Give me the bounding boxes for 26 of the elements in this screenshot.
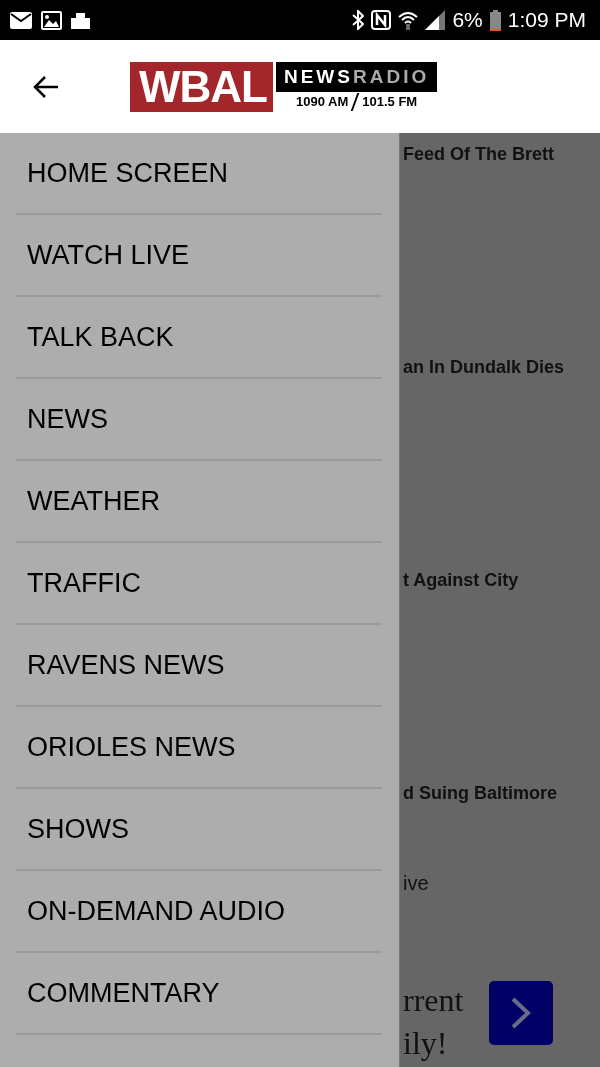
signal-icon	[425, 10, 446, 30]
logo-wordmark: WBAL	[130, 61, 273, 112]
menu-item[interactable]: NEWS	[16, 379, 382, 461]
clock: 1:09 PM	[507, 8, 586, 32]
wifi-icon	[398, 10, 419, 30]
menu-item[interactable]: WEATHER	[16, 461, 382, 543]
bag-icon	[71, 11, 90, 29]
menu-item[interactable]: COMMENTARY	[16, 953, 382, 1035]
menu-item[interactable]: HOME SCREEN	[16, 133, 382, 215]
menu-item[interactable]: ON-DEMAND AUDIO	[16, 871, 382, 953]
menu-item[interactable]: SHOWS	[16, 789, 382, 871]
next-button[interactable]	[489, 981, 554, 1045]
battery-icon	[489, 9, 501, 31]
menu-item[interactable]: WATCH LIVE	[16, 215, 382, 297]
menu-item[interactable]: TALK BACK	[16, 297, 382, 379]
image-icon	[41, 10, 62, 30]
menu-item[interactable]: ORIOLES NEWS	[16, 707, 382, 789]
battery-percent: 6%	[452, 8, 483, 32]
nfc-icon	[371, 10, 392, 30]
article-text: ive	[403, 872, 430, 895]
logo-tagline: NEWS RADIO 1090 AM 101.5 FM	[275, 61, 438, 112]
menu-item[interactable]: TRAFFIC	[16, 543, 382, 625]
bluetooth-icon	[352, 10, 365, 30]
menu-item[interactable]: RAVENS NEWS	[16, 625, 382, 707]
promo-text: rrent ily!	[403, 981, 464, 1063]
mail-icon	[10, 11, 32, 29]
